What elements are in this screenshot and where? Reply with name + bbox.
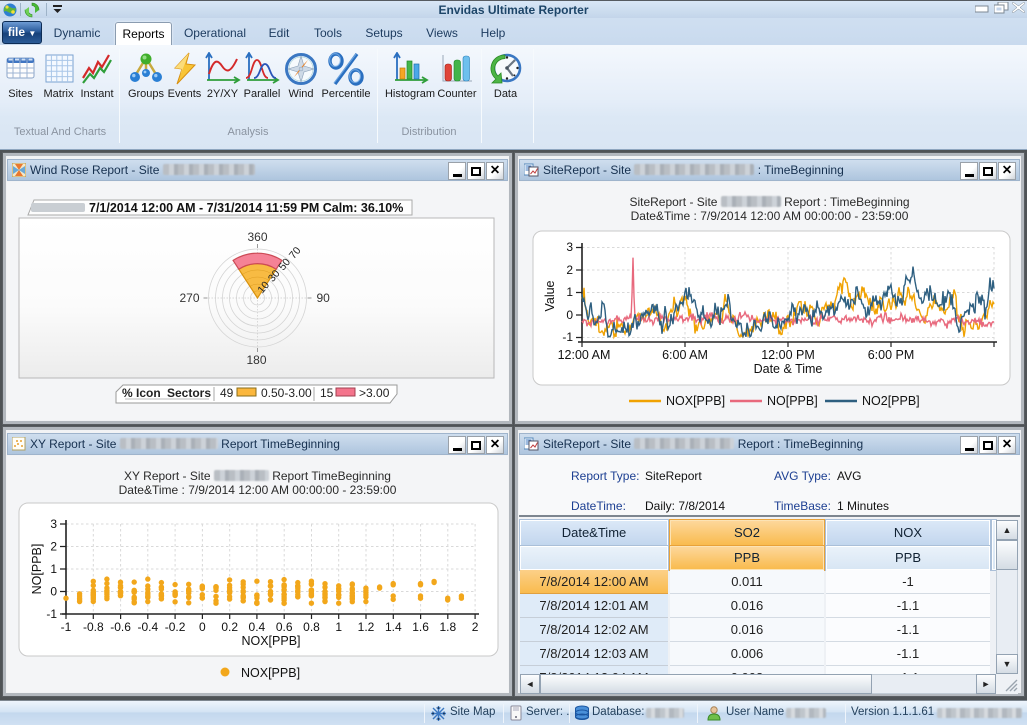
- svg-text:1.4: 1.4: [385, 620, 402, 634]
- svg-text:Icon: Icon: [136, 386, 161, 400]
- svg-text:0.2: 0.2: [221, 620, 238, 634]
- svg-text:12:00 PM: 12:00 PM: [761, 348, 815, 362]
- svg-text:180: 180: [247, 353, 267, 367]
- svg-text:-1: -1: [61, 620, 72, 634]
- svg-text:-1: -1: [46, 607, 57, 621]
- svg-text:0.8: 0.8: [303, 620, 320, 634]
- svg-text:>3.00: >3.00: [359, 386, 390, 400]
- svg-text:6:00 AM: 6:00 AM: [662, 348, 708, 362]
- svg-text:90: 90: [317, 291, 331, 305]
- svg-text:49: 49: [220, 386, 234, 400]
- svg-text:NOX[PPB]: NOX[PPB]: [241, 666, 300, 680]
- svg-text:%: %: [122, 386, 133, 400]
- svg-text:15: 15: [320, 386, 334, 400]
- svg-text:0.6: 0.6: [276, 620, 293, 634]
- svg-text:-0.2: -0.2: [165, 620, 186, 634]
- svg-text:-0.6: -0.6: [110, 620, 131, 634]
- svg-text:2: 2: [566, 263, 573, 277]
- svg-text:1.6: 1.6: [412, 620, 429, 634]
- svg-text:3: 3: [566, 240, 573, 254]
- svg-text:1.8: 1.8: [439, 620, 456, 634]
- svg-text:7/1/2014 12:00 AM - 7/31/2014: 7/1/2014 12:00 AM - 7/31/2014 11:59 PM C…: [89, 201, 403, 215]
- svg-text:0: 0: [50, 585, 57, 599]
- svg-text:-1: -1: [562, 330, 573, 344]
- svg-text:2: 2: [472, 620, 479, 634]
- svg-text:1: 1: [335, 620, 342, 634]
- svg-text:NO2[PPB]: NO2[PPB]: [862, 394, 920, 408]
- svg-text:0: 0: [566, 308, 573, 322]
- svg-text:6:00 PM: 6:00 PM: [868, 348, 915, 362]
- svg-text:12:00 AM: 12:00 AM: [558, 348, 611, 362]
- svg-text:Date & Time: Date & Time: [754, 362, 823, 376]
- svg-text:1: 1: [50, 562, 57, 576]
- svg-text:NO[PPB]: NO[PPB]: [767, 394, 818, 408]
- svg-text:NOX[PPB]: NOX[PPB]: [241, 634, 300, 648]
- svg-text:-0.8: -0.8: [83, 620, 104, 634]
- svg-text:360: 360: [248, 230, 268, 244]
- svg-text:270: 270: [180, 291, 200, 305]
- svg-text:0.4: 0.4: [249, 620, 266, 634]
- svg-text:NOX[PPB]: NOX[PPB]: [666, 394, 725, 408]
- svg-text:NO[PPB]: NO[PPB]: [30, 544, 44, 595]
- svg-text:0: 0: [199, 620, 206, 634]
- svg-text:0.50-3.00: 0.50-3.00: [261, 386, 312, 400]
- svg-text:-0.4: -0.4: [137, 620, 158, 634]
- svg-text:3: 3: [50, 517, 57, 531]
- svg-text:Value: Value: [543, 280, 557, 311]
- svg-text:2: 2: [50, 540, 57, 554]
- svg-text:Sectors: Sectors: [167, 386, 211, 400]
- svg-text:1: 1: [566, 285, 573, 299]
- svg-text:1.2: 1.2: [358, 620, 375, 634]
